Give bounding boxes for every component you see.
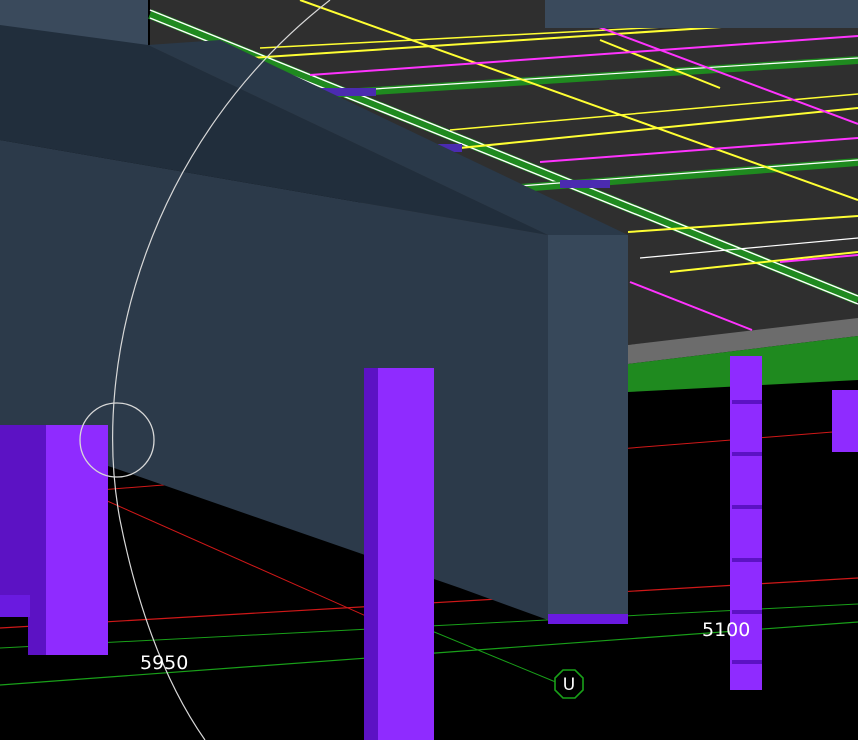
wall-end-face (548, 235, 628, 620)
model-viewport[interactable]: 5950 5100 U (0, 0, 858, 740)
column-base (0, 595, 30, 617)
rebar-chair (560, 180, 610, 188)
column-side-left (0, 425, 28, 605)
dimension-label-left: 5950 (140, 652, 188, 674)
column-side (28, 425, 46, 655)
grid-bubble-label: U (563, 675, 575, 695)
dimension-label-right: 5100 (702, 619, 750, 641)
wall-footing (548, 614, 628, 624)
grid-bubble[interactable]: U (554, 669, 584, 699)
column-side (364, 368, 380, 740)
column-far-right (832, 390, 858, 452)
upper-wall-face-right (545, 0, 858, 28)
column-front (46, 425, 108, 655)
column-front (378, 368, 434, 740)
